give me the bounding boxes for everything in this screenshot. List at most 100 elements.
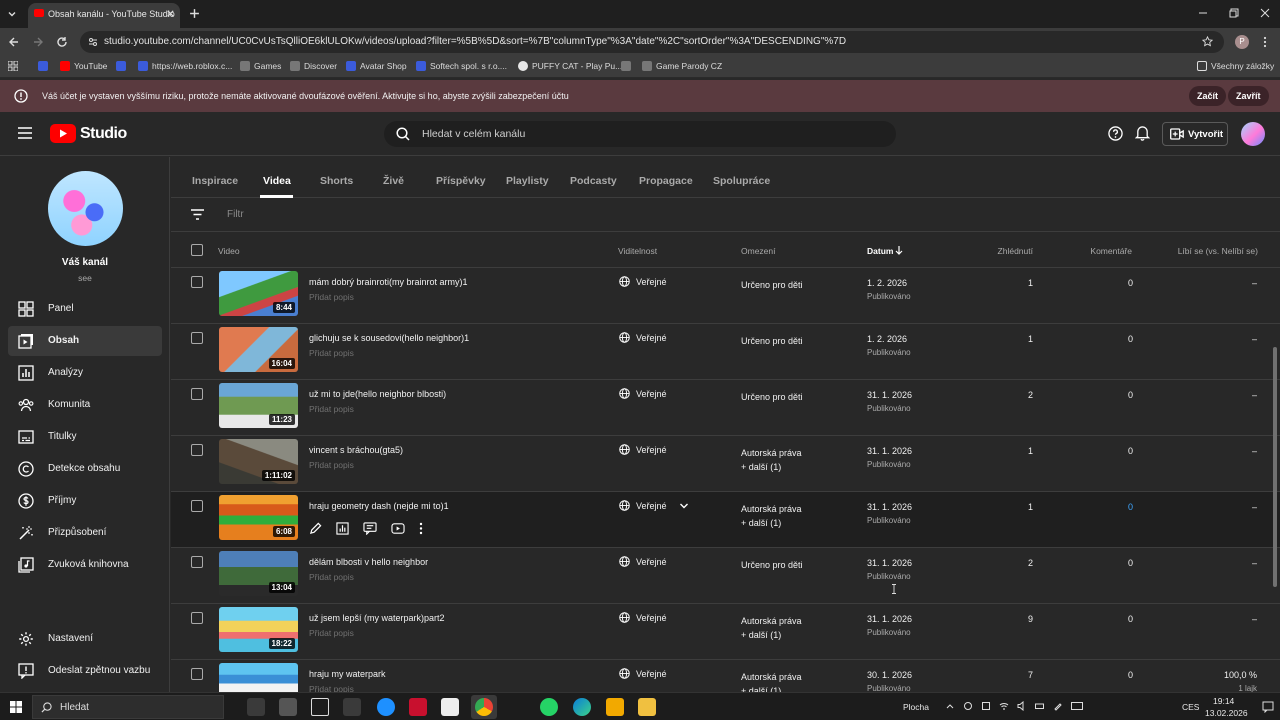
visibility-dropdown[interactable]: Veřejné xyxy=(619,500,689,511)
studio-logo[interactable]: Studio xyxy=(50,124,127,143)
tab-videos[interactable]: Videa xyxy=(263,175,291,187)
bookmark-blank[interactable] xyxy=(38,61,48,71)
cube-app-icon[interactable] xyxy=(311,698,329,716)
row-checkbox[interactable] xyxy=(191,332,203,344)
col-restrictions[interactable]: Omezení xyxy=(741,246,776,256)
video-thumbnail[interactable]: 8:44 xyxy=(219,271,298,316)
video-thumbnail[interactable]: 13:04 xyxy=(219,551,298,596)
sidebar-item-customization[interactable]: Přizpůsobení xyxy=(8,518,162,548)
close-tab-icon[interactable] xyxy=(166,9,175,18)
row-checkbox[interactable] xyxy=(191,500,203,512)
tab-playlists[interactable]: Playlisty xyxy=(506,175,549,187)
back-icon[interactable] xyxy=(8,36,20,48)
chevron-up-icon[interactable] xyxy=(945,701,955,711)
select-all-checkbox[interactable] xyxy=(191,244,203,256)
bookmark-avatar-shop[interactable]: Avatar Shop xyxy=(346,61,407,71)
bookmark-blank-2[interactable] xyxy=(116,61,126,71)
reload-icon[interactable] xyxy=(56,36,68,48)
tray-app-icon[interactable] xyxy=(981,701,991,711)
channel-avatar[interactable] xyxy=(48,171,123,246)
video-title[interactable]: mám dobrý brainroti(my brainrot army)1 xyxy=(309,277,468,287)
sidebar-item-panel[interactable]: Panel xyxy=(8,294,162,324)
table-row[interactable]: 1:11:02 vincent s bráchou(gta5) Přidat p… xyxy=(171,436,1280,492)
site-info-icon[interactable] xyxy=(88,37,98,47)
tab-inspiration[interactable]: Inspirace xyxy=(192,175,238,187)
video-description[interactable]: Přidat popis xyxy=(309,404,354,414)
analytics-icon[interactable] xyxy=(336,522,349,535)
sidebar-item-community[interactable]: Komunita xyxy=(8,390,162,420)
sort-down-arrow-icon[interactable] xyxy=(895,246,903,255)
tab-collaborations[interactable]: Spolupráce xyxy=(713,175,770,187)
comments-count-link[interactable]: 0 xyxy=(1128,502,1133,512)
youtube-play-icon[interactable] xyxy=(391,522,405,535)
sidebar-item-earn[interactable]: Příjmy xyxy=(8,486,162,516)
video-title[interactable]: už jsem lepší (my waterpark)part2 xyxy=(309,613,445,623)
whatsapp-icon[interactable] xyxy=(540,698,558,716)
speaker-icon[interactable] xyxy=(1017,701,1027,711)
bookmark-roblox[interactable]: https://web.roblox.c... xyxy=(138,61,232,71)
sidebar-item-content[interactable]: Obsah xyxy=(8,326,162,356)
filter-icon[interactable] xyxy=(191,209,204,220)
restriction-more[interactable]: + další (1) xyxy=(741,628,802,642)
video-title[interactable]: vincent s bráchou(gta5) xyxy=(309,445,403,455)
table-row[interactable]: hraju my waterpark Přidat popis Veřejné … xyxy=(171,660,1280,692)
skype-icon[interactable] xyxy=(377,698,395,716)
video-title[interactable]: už mi to jde(hello neighbor blbosti) xyxy=(309,389,446,399)
video-description[interactable]: Přidat popis xyxy=(309,348,354,358)
video-thumbnail[interactable]: 16:04 xyxy=(219,327,298,372)
tab-list-chevron-icon[interactable] xyxy=(6,8,18,20)
minecraft-icon[interactable] xyxy=(279,698,297,716)
sidebar-item-subtitles[interactable]: Titulky xyxy=(8,422,162,452)
table-row[interactable]: 8:44 mám dobrý brainroti(my brainrot arm… xyxy=(171,268,1280,324)
app-icon[interactable] xyxy=(343,698,361,716)
app-red-icon[interactable] xyxy=(409,698,427,716)
col-date[interactable]: Datum xyxy=(867,246,893,256)
content-scrollbar[interactable] xyxy=(1273,347,1277,587)
restriction-more[interactable]: + další (1) xyxy=(741,516,802,530)
sidebar-item-settings[interactable]: Nastavení xyxy=(8,624,162,654)
row-checkbox[interactable] xyxy=(191,556,203,568)
bookmark-game-parody[interactable]: Game Parody CZ xyxy=(642,61,722,71)
file-explorer-icon[interactable] xyxy=(638,698,656,716)
wifi-icon[interactable] xyxy=(999,701,1009,711)
browser-tab[interactable]: Obsah kanálu - YouTube Studio xyxy=(28,3,180,28)
dismiss-button[interactable]: Zavřít xyxy=(1228,86,1269,106)
tab-promotions[interactable]: Propagace xyxy=(639,175,693,187)
notification-center-icon[interactable] xyxy=(1262,701,1274,713)
video-thumbnail[interactable]: 11:23 xyxy=(219,383,298,428)
windows-start-icon[interactable] xyxy=(10,701,22,713)
bookmark-games[interactable]: Games xyxy=(240,61,281,71)
tab-live[interactable]: Živě xyxy=(383,175,404,187)
desktop-label[interactable]: Plocha xyxy=(903,702,929,712)
video-thumbnail[interactable]: 6:08 xyxy=(219,495,298,540)
video-description[interactable]: Přidat popis xyxy=(309,292,354,302)
sidebar-item-audio-library[interactable]: Zvuková knihovna xyxy=(8,550,162,580)
table-row[interactable]: 16:04 glichuju se k sousedovi(hello neig… xyxy=(171,324,1280,380)
battery-icon[interactable] xyxy=(1035,701,1045,711)
clock-date[interactable]: 13.02.2026 xyxy=(1205,708,1248,718)
restore-icon[interactable] xyxy=(1229,8,1239,18)
video-title[interactable]: dělám blbosti v hello neighbor xyxy=(309,557,428,567)
restriction-more[interactable]: + další (1) xyxy=(741,460,802,474)
video-description[interactable]: Přidat popis xyxy=(309,572,354,582)
row-checkbox[interactable] xyxy=(191,612,203,624)
bookmark-discover[interactable]: Discover xyxy=(290,61,337,71)
video-description[interactable]: Přidat popis xyxy=(309,460,354,470)
tab-posts[interactable]: Příspěvky xyxy=(436,175,486,187)
bookmark-youtube[interactable]: YouTube xyxy=(60,61,107,71)
all-bookmarks[interactable]: Všechny záložky xyxy=(1197,61,1274,71)
col-visibility[interactable]: Viditelnost xyxy=(618,246,657,256)
minimize-icon[interactable] xyxy=(1198,8,1208,18)
rockstar-icon[interactable] xyxy=(606,698,624,716)
bookmark-puffy-cat[interactable]: PUFFY CAT - Play Pu... xyxy=(518,61,622,71)
tray-app-icon[interactable] xyxy=(963,701,973,711)
video-thumbnail[interactable]: 1:11:02 xyxy=(219,439,298,484)
video-title[interactable]: hraju geometry dash (nejde mi to)1 xyxy=(309,501,449,511)
table-row[interactable]: 13:04 dělám blbosti v hello neighbor Při… xyxy=(171,548,1280,604)
col-views[interactable]: Zhlédnutí xyxy=(998,246,1033,256)
row-checkbox[interactable] xyxy=(191,444,203,456)
tab-podcasts[interactable]: Podcasty xyxy=(570,175,617,187)
language-indicator[interactable]: CES xyxy=(1182,702,1199,712)
col-comments[interactable]: Komentáře xyxy=(1090,246,1132,256)
taskbar-search-input[interactable]: Hledat xyxy=(32,695,224,719)
